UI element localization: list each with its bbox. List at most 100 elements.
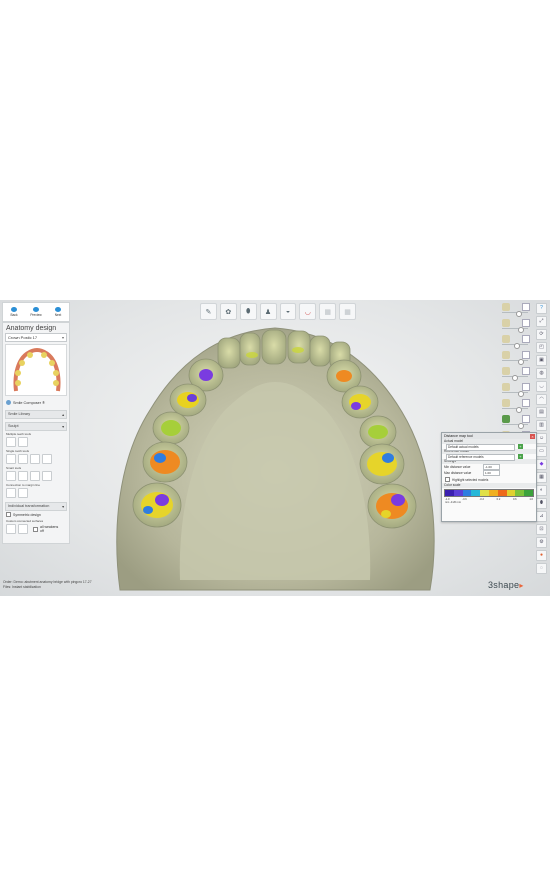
- color-scale-unit: mm -0.20 mm: [445, 501, 461, 504]
- smile-composer-row[interactable]: Smile Composer ®: [3, 398, 69, 407]
- next-arrow-icon: [55, 307, 61, 312]
- tooth-lib-icon[interactable]: ⬮: [536, 498, 547, 509]
- back-button[interactable]: Back: [3, 303, 25, 321]
- connection-tool-2-icon[interactable]: [18, 488, 28, 498]
- snapshot-icon[interactable]: ⊡: [536, 524, 547, 535]
- smile-library-section[interactable]: Smile Library ▴: [5, 410, 67, 419]
- next-button[interactable]: Next: [47, 303, 69, 321]
- view-icon[interactable]: ◰: [536, 342, 547, 353]
- help-icon[interactable]: ?: [536, 303, 547, 314]
- visibility-icon[interactable]: [522, 303, 530, 311]
- settings-icon[interactable]: ⚙: [536, 537, 547, 548]
- color-scale-swatch: [506, 490, 516, 496]
- ruler-icon[interactable]: ▭: [536, 446, 547, 457]
- disabled-tool-1-button[interactable]: ▦: [319, 303, 337, 320]
- jaw-icon: ◒: [285, 308, 291, 315]
- texture-icon[interactable]: ◌: [536, 563, 547, 574]
- color-scale-tick: 0.2: [496, 498, 501, 501]
- highlight-selected-checkbox[interactable]: Highlight selected models: [442, 476, 536, 483]
- smart-tool-1-icon[interactable]: [6, 471, 16, 481]
- disabled-tool-2-button[interactable]: ▦: [339, 303, 356, 320]
- min-distance-label: Min distance value: [444, 465, 471, 469]
- measure-icon[interactable]: ⊿: [536, 511, 547, 522]
- distance-map-title-bar[interactable]: Distance map tool ×: [442, 433, 536, 439]
- add-material-icon[interactable]: [6, 454, 16, 464]
- model-slider-4[interactable]: [500, 351, 530, 365]
- camera-icon[interactable]: ▣: [536, 355, 547, 366]
- smart-tool-3-icon[interactable]: [30, 471, 40, 481]
- model-slider-5[interactable]: [500, 367, 530, 381]
- face-icon[interactable]: ☺: [536, 433, 547, 444]
- eye-icon: [33, 307, 39, 312]
- color-icon[interactable]: ●: [536, 550, 547, 561]
- model-slider-2[interactable]: [500, 319, 530, 333]
- redo-icon[interactable]: [17, 524, 28, 534]
- lips-icon: ◡: [304, 308, 311, 316]
- max-distance-input[interactable]: 1.00: [483, 470, 500, 476]
- grid-icon[interactable]: ▦: [536, 472, 547, 483]
- visibility-icon[interactable]: [522, 335, 530, 343]
- model-slider-8[interactable]: [500, 415, 530, 429]
- back-arrow-icon: [11, 307, 17, 312]
- distance-map-icon[interactable]: ◆: [536, 459, 547, 470]
- add-icon[interactable]: +: [517, 444, 523, 449]
- crown-view-icon[interactable]: ◠: [536, 394, 547, 405]
- color-scale-swatch: [445, 490, 454, 496]
- smooth-tool-icon[interactable]: [30, 454, 40, 464]
- visibility-icon[interactable]: [522, 367, 530, 375]
- remove-material-icon[interactable]: [18, 454, 28, 464]
- visibility-icon[interactable]: [522, 351, 530, 359]
- max-distance-label: Max distance value: [444, 471, 472, 475]
- model-slider-6[interactable]: [500, 383, 530, 397]
- visibility-icon[interactable]: [522, 383, 530, 391]
- jaw-view-icon[interactable]: ◡: [536, 381, 547, 392]
- connection-tool-1-icon[interactable]: [6, 488, 16, 498]
- transparency-icon[interactable]: ◐: [536, 485, 547, 496]
- actual-model-select[interactable]: Default actual models: [446, 444, 515, 451]
- tooth-view-icon[interactable]: ◍: [536, 368, 547, 379]
- pen-icon: ✎: [205, 308, 212, 316]
- disabled-tool-icon: ▦: [344, 308, 351, 316]
- fullscreen-icon[interactable]: ⤢: [536, 316, 547, 327]
- sculpt-section[interactable]: Sculpt ▾: [5, 422, 67, 431]
- sculpt-tool-button[interactable]: ✿: [219, 303, 237, 320]
- preview-button[interactable]: Preview: [25, 303, 47, 321]
- lips-tool-button[interactable]: ◡: [299, 303, 317, 320]
- symmetric-design-checkbox[interactable]: Symmetric design: [3, 511, 69, 518]
- individual-transformation-section[interactable]: Individual transformation ▾: [5, 502, 67, 511]
- undo-icon[interactable]: [6, 524, 16, 534]
- flatten-tool-icon[interactable]: [42, 454, 52, 464]
- smart-tool-2-icon[interactable]: [18, 471, 28, 481]
- all-weakens-checkbox[interactable]: all weakens off: [30, 524, 66, 534]
- attachment-tool-button[interactable]: ⬮: [239, 303, 257, 320]
- model-slider-7[interactable]: [500, 399, 530, 413]
- scan-tool-button[interactable]: ✎: [200, 303, 217, 320]
- tooth-dropdown[interactable]: Crown Postic 17 ▾: [5, 333, 67, 342]
- color-scale-label: Color scale: [442, 483, 536, 488]
- smile-composer-icon: [6, 400, 11, 405]
- status-bar: Order: Demo: abutment anatomy bridge wit…: [3, 580, 92, 590]
- rotate-icon[interactable]: ⟳: [536, 329, 547, 340]
- visibility-icon[interactable]: [522, 415, 530, 423]
- arch-thumbnail[interactable]: [5, 344, 67, 396]
- disabled-tool-icon: ▦: [324, 308, 331, 316]
- reference-model-select[interactable]: Default reference models: [446, 454, 515, 461]
- scale-tool-icon[interactable]: [18, 437, 28, 447]
- chevron-down-icon: ▾: [62, 505, 64, 509]
- visibility-icon[interactable]: [522, 399, 530, 407]
- model-slider-3[interactable]: [500, 335, 530, 349]
- color-scale-swatch: [471, 490, 481, 496]
- smart-tool-4-icon[interactable]: [42, 471, 52, 481]
- model-slider-1[interactable]: [500, 303, 530, 317]
- panel-title: Anatomy design: [6, 325, 57, 332]
- visibility-icon[interactable]: [522, 319, 530, 327]
- jaw-tool-button[interactable]: ◒: [279, 303, 297, 320]
- add-icon[interactable]: +: [517, 454, 523, 459]
- close-icon[interactable]: ×: [530, 433, 535, 439]
- color-scale-tick: 1.0: [529, 498, 533, 501]
- morph-tool-icon[interactable]: [6, 437, 16, 447]
- clipping-icon[interactable]: ▤: [536, 407, 547, 418]
- section-icon[interactable]: ▥: [536, 420, 547, 431]
- person-tool-button[interactable]: ♟: [259, 303, 277, 320]
- brand-logo: 3shape▸: [488, 580, 524, 590]
